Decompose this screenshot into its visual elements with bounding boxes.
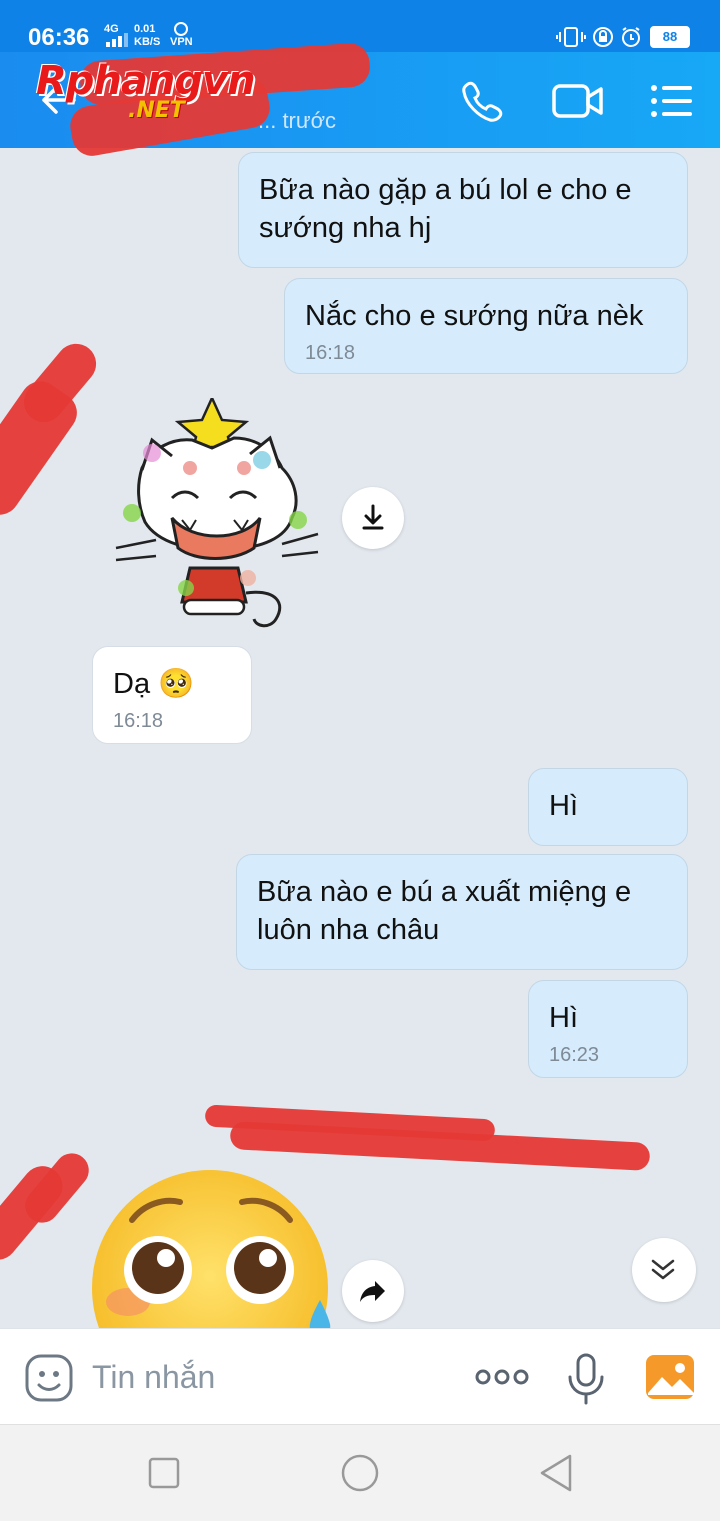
- vpn-icon: [174, 22, 188, 36]
- message-text: Bữa nào gặp a bú lol e cho e sướng nha h…: [259, 174, 632, 244]
- recent-apps-icon[interactable]: [148, 1457, 180, 1489]
- phone-call-icon[interactable]: [458, 78, 504, 124]
- download-icon: [362, 504, 384, 530]
- more-options-icon[interactable]: [474, 1365, 530, 1389]
- scroll-to-bottom-button[interactable]: [632, 1238, 696, 1302]
- cat-christmas-sticker[interactable]: [112, 398, 322, 638]
- system-navigation-bar: [0, 1424, 720, 1521]
- forward-icon: [360, 1281, 385, 1302]
- message-bubble-outgoing[interactable]: Hì: [528, 768, 688, 846]
- message-bubble-outgoing[interactable]: Bữa nào gặp a bú lol e cho e sướng nha h…: [238, 152, 688, 268]
- download-sticker-button[interactable]: [342, 487, 404, 549]
- last-seen-subtitle: ... trước: [258, 108, 337, 133]
- sticker-smiley-icon[interactable]: [24, 1353, 74, 1403]
- status-bar: 06:36 4G 0.01 KB/S VPN 88: [0, 0, 720, 52]
- microphone-icon[interactable]: [566, 1353, 606, 1405]
- message-time: 16:23: [549, 1044, 600, 1066]
- back-icon[interactable]: [538, 1453, 574, 1493]
- chat-header: ... trước Rphangvn .NET: [0, 41, 720, 159]
- pleading-face-emoji-sticker[interactable]: [92, 1170, 342, 1328]
- message-bubble-incoming[interactable]: Dạ 🥺 16:18: [92, 646, 252, 744]
- watermark-logo-sub: .NET: [128, 98, 185, 123]
- message-text: Dạ 🥺: [113, 668, 195, 700]
- message-text: Hì: [549, 790, 578, 822]
- message-text: Hì: [549, 1002, 578, 1034]
- status-time: 06:36: [28, 24, 90, 51]
- battery-indicator: 88: [650, 26, 690, 48]
- vpn-label: VPN: [170, 36, 193, 48]
- alarm-icon: [622, 27, 640, 47]
- speed-value: 0.01: [134, 23, 156, 35]
- speed-unit: KB/S: [134, 36, 161, 48]
- forward-sticker-button[interactable]: [342, 1260, 404, 1322]
- message-bubble-outgoing[interactable]: Bữa nào e bú a xuất miệng e luôn nha châ…: [236, 854, 688, 970]
- message-text: Bữa nào e bú a xuất miệng e luôn nha châ…: [257, 876, 632, 946]
- signal-icon: [106, 33, 128, 47]
- gallery-image-icon[interactable]: [644, 1353, 696, 1401]
- menu-list-icon[interactable]: [650, 78, 694, 124]
- double-chevron-down-icon: [651, 1259, 675, 1280]
- message-time: 16:18: [305, 342, 356, 364]
- video-call-icon[interactable]: [552, 78, 604, 124]
- message-input-bar: Tin nhắn: [0, 1328, 720, 1425]
- vibrate-icon: [556, 27, 586, 47]
- message-bubble-outgoing[interactable]: Nắc cho e sướng nữa nèk 16:18: [284, 278, 688, 374]
- message-text: Nắc cho e sướng nữa nèk: [305, 300, 644, 332]
- message-time: 16:18: [113, 710, 164, 732]
- chat-messages-area[interactable]: Bữa nào gặp a bú lol e cho e sướng nha h…: [0, 148, 720, 1328]
- message-input[interactable]: Tin nhắn: [92, 1359, 215, 1396]
- message-bubble-outgoing[interactable]: Hì 16:23: [528, 980, 688, 1078]
- home-icon[interactable]: [340, 1453, 380, 1493]
- lock-icon: [593, 27, 613, 47]
